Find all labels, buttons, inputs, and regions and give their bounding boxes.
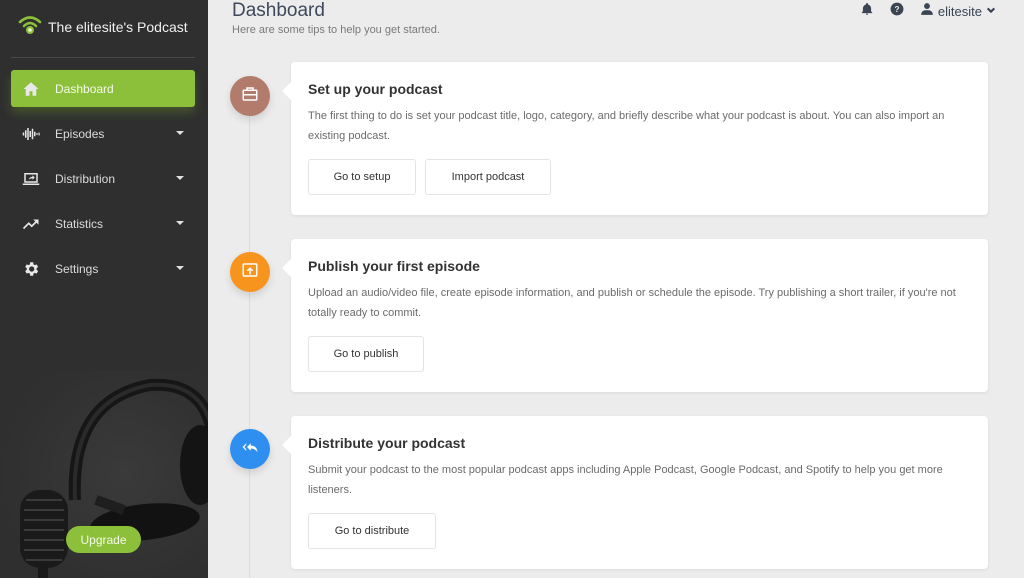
- help-icon: ?: [890, 2, 904, 21]
- podcast-signal-icon: [18, 14, 42, 41]
- sidebar-item-settings[interactable]: Settings: [11, 250, 195, 287]
- caret-down-icon: [176, 221, 184, 225]
- go-to-distribute-button[interactable]: Go to distribute: [308, 513, 436, 549]
- brand[interactable]: The elitesite's Podcast: [18, 14, 188, 40]
- go-to-publish-button[interactable]: Go to publish: [308, 336, 424, 372]
- sidebar-item-dashboard[interactable]: Dashboard: [11, 70, 195, 107]
- svg-text:?: ?: [894, 4, 899, 13]
- notifications-button[interactable]: [860, 2, 874, 21]
- step-description: Upload an audio/video file, create episo…: [308, 287, 956, 319]
- sidebar: The elitesite's Podcast Dashboard Episod…: [0, 0, 208, 578]
- laptop-share-icon: [21, 169, 41, 189]
- step-badge: [230, 76, 270, 116]
- step-card: Set up your podcast The first thing to d…: [282, 62, 988, 215]
- sidebar-nav: Dashboard Episodes Distribution Statisti…: [11, 70, 195, 295]
- home-icon: [21, 79, 41, 99]
- briefcase-icon: [241, 85, 259, 108]
- sidebar-item-label: Episodes: [55, 126, 105, 141]
- divider: [11, 57, 195, 58]
- caret-down-icon: [176, 131, 184, 135]
- import-podcast-button[interactable]: Import podcast: [425, 159, 551, 195]
- brand-name: The elitesite's Podcast: [48, 19, 188, 35]
- step-title: Publish your first episode: [308, 258, 480, 274]
- timeline-line: [249, 110, 250, 578]
- help-button[interactable]: ?: [890, 2, 904, 21]
- step-title: Set up your podcast: [308, 81, 443, 97]
- user-icon: [920, 2, 934, 21]
- step-card: Distribute your podcast Submit your podc…: [282, 416, 988, 569]
- main-content: Dashboard Here are some tips to help you…: [208, 0, 1024, 578]
- step-actions: Go to setup Import podcast: [308, 159, 560, 195]
- go-to-setup-button[interactable]: Go to setup: [308, 159, 416, 195]
- sidebar-item-distribution[interactable]: Distribution: [11, 160, 195, 197]
- step-description: The first thing to do is set your podcas…: [308, 110, 945, 142]
- upgrade-button[interactable]: Upgrade: [66, 526, 141, 553]
- reply-all-icon: [241, 438, 259, 461]
- sidebar-item-label: Dashboard: [55, 81, 114, 96]
- step-actions: Go to distribute: [308, 513, 445, 549]
- step-title: Distribute your podcast: [308, 435, 466, 451]
- page-subtitle: Here are some tips to help you get start…: [232, 24, 440, 36]
- chevron-down-icon: [986, 2, 996, 20]
- sidebar-item-statistics[interactable]: Statistics: [11, 205, 195, 242]
- top-bar: ? elitesite: [844, 2, 996, 21]
- bell-icon: [860, 2, 874, 21]
- sidebar-item-label: Settings: [55, 261, 99, 276]
- user-menu[interactable]: elitesite: [920, 2, 996, 21]
- username: elitesite: [937, 3, 982, 19]
- step-actions: Go to publish: [308, 336, 433, 372]
- sidebar-item-episodes[interactable]: Episodes: [11, 115, 195, 152]
- sidebar-item-label: Statistics: [55, 216, 104, 231]
- caret-down-icon: [176, 176, 184, 180]
- upload-window-icon: [241, 261, 259, 284]
- page-title: Dashboard: [232, 0, 325, 21]
- step-description: Submit your podcast to the most popular …: [308, 464, 943, 496]
- gear-icon: [21, 259, 41, 279]
- step-badge: [230, 429, 270, 469]
- waveform-icon: [21, 124, 41, 144]
- caret-down-icon: [176, 266, 184, 270]
- step-badge: [230, 252, 270, 292]
- trending-up-icon: [21, 214, 41, 234]
- step-card: Publish your first episode Upload an aud…: [282, 239, 988, 392]
- sidebar-item-label: Distribution: [55, 171, 116, 186]
